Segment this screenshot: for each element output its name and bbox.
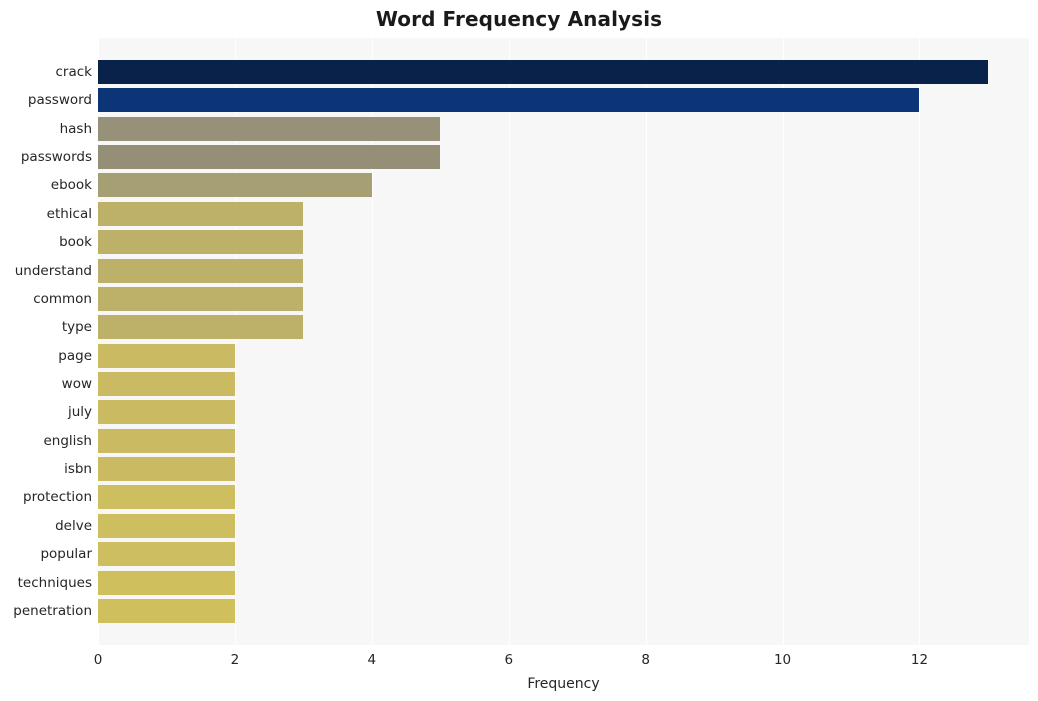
x-tick-label-0: 0 bbox=[93, 652, 103, 668]
bar-penetration[interactable] bbox=[98, 598, 235, 623]
x-tick-label-10: 10 bbox=[773, 652, 792, 668]
x-tick-label-6: 6 bbox=[504, 652, 514, 668]
y-tick-label-english: english bbox=[43, 432, 92, 449]
x-tick-label-8: 8 bbox=[641, 652, 650, 668]
bar-passwords[interactable] bbox=[98, 145, 441, 170]
y-tick-label-ebook: ebook bbox=[50, 177, 92, 194]
bar-ethical[interactable] bbox=[98, 201, 304, 226]
bar-protection[interactable] bbox=[98, 485, 235, 510]
y-tick-label-passwords: passwords bbox=[20, 149, 92, 166]
y-tick-label-isbn: isbn bbox=[64, 461, 92, 478]
bar-delve[interactable] bbox=[98, 513, 235, 538]
y-tick-label-book: book bbox=[59, 234, 92, 251]
y-tick-label-common: common bbox=[33, 290, 92, 307]
y-tick-label-page: page bbox=[58, 347, 92, 364]
gridline-8 bbox=[645, 38, 647, 645]
x-tick-label-4: 4 bbox=[367, 652, 377, 668]
y-tick-label-hash: hash bbox=[59, 120, 92, 137]
bar-isbn[interactable] bbox=[98, 457, 235, 482]
y-tick-label-ethical: ethical bbox=[46, 205, 92, 222]
gridline-12 bbox=[919, 38, 921, 645]
bar-book[interactable] bbox=[98, 230, 304, 255]
x-axis-tick-labels: 0 2 4 6 8 10 12 bbox=[0, 651, 1038, 671]
y-tick-label-popular: popular bbox=[40, 546, 92, 563]
chart-title: Word Frequency Analysis bbox=[375, 7, 663, 31]
y-tick-label-july: july bbox=[67, 404, 92, 421]
y-tick-label-understand: understand bbox=[14, 262, 92, 279]
bar-common[interactable] bbox=[98, 286, 304, 311]
bar-english[interactable] bbox=[98, 428, 235, 453]
y-tick-label-techniques: techniques bbox=[17, 574, 92, 591]
x-tick-label-2: 2 bbox=[230, 652, 240, 668]
y-tick-label-penetration: penetration bbox=[13, 602, 92, 619]
gridline-6 bbox=[508, 38, 510, 645]
plot-area bbox=[98, 38, 1029, 645]
bar-page[interactable] bbox=[98, 343, 235, 368]
y-tick-label-wow: wow bbox=[61, 376, 92, 392]
x-tick-label-12: 12 bbox=[910, 652, 929, 668]
bar-hash[interactable] bbox=[98, 116, 441, 141]
bar-type[interactable] bbox=[98, 315, 304, 340]
y-tick-label-crack: crack bbox=[55, 64, 93, 80]
bar-understand[interactable] bbox=[98, 258, 304, 283]
y-tick-label-type: type bbox=[61, 319, 92, 336]
bar-techniques[interactable] bbox=[98, 570, 235, 595]
bar-password[interactable] bbox=[98, 88, 920, 113]
bar-wow[interactable] bbox=[98, 372, 235, 396]
word-frequency-chart: Word Frequency Analysis crack password has… bbox=[0, 0, 1038, 701]
bar-crack[interactable] bbox=[98, 60, 988, 84]
y-axis-tick-labels: crack password hash passwords ebook ethical bo… bbox=[0, 38, 92, 645]
gridline-10 bbox=[782, 38, 784, 645]
x-axis-title: Frequency bbox=[527, 676, 600, 692]
bar-july[interactable] bbox=[98, 400, 235, 425]
bar-popular[interactable] bbox=[98, 542, 235, 567]
y-tick-label-password: password bbox=[27, 92, 92, 109]
y-tick-label-protection: protection bbox=[23, 489, 92, 506]
y-tick-label-delve: delve bbox=[55, 517, 92, 534]
bar-ebook[interactable] bbox=[98, 173, 372, 198]
